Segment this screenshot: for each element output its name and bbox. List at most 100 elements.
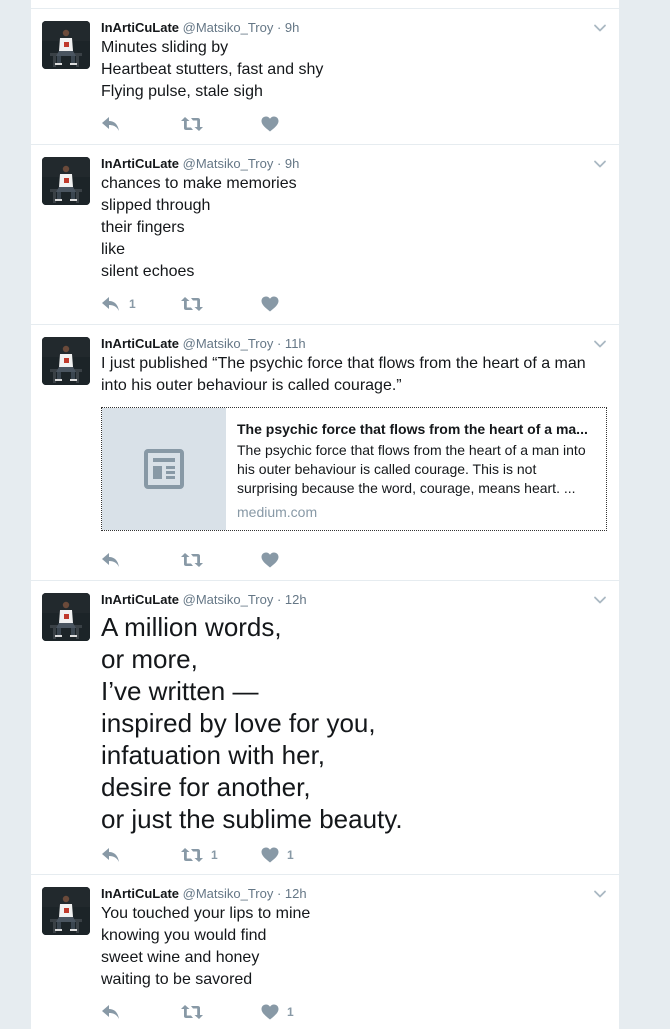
tweet-header: InArtiCuLate @Matsiko_Troy · 9h (101, 155, 607, 173)
tweet-text-line: Flying pulse, stale sigh (101, 83, 263, 100)
author-handle[interactable]: @Matsiko_Troy (183, 592, 274, 607)
tweet-text-line: A million words, (101, 612, 282, 642)
tweet-text-line: I just published “The psychic force that… (101, 355, 586, 372)
card-thumbnail (102, 408, 226, 530)
tweet-content: InArtiCuLate @Matsiko_Troy · 12h A milli… (101, 591, 607, 835)
reply-button[interactable] (101, 1004, 181, 1020)
tweet-timestamp[interactable]: · 12h (277, 886, 307, 901)
retweet-button[interactable] (181, 296, 261, 312)
like-count: 1 (287, 848, 294, 862)
tweet-content: InArtiCuLate @Matsiko_Troy · 9h chances … (101, 155, 607, 283)
tweet-actions (101, 114, 287, 134)
tweet-timestamp[interactable]: · 12h (277, 592, 307, 607)
reply-icon (101, 116, 121, 132)
reply-button[interactable] (101, 847, 181, 863)
retweet-button[interactable] (181, 552, 261, 568)
tweet-actions (101, 550, 287, 570)
tweet-timestamp[interactable]: · 9h (277, 156, 299, 171)
tweet-content: InArtiCuLate @Matsiko_Troy · 11h I just … (101, 335, 607, 531)
avatar[interactable] (42, 21, 90, 69)
avatar[interactable] (42, 157, 90, 205)
tweet-content: InArtiCuLate @Matsiko_Troy · 9h Minutes … (101, 19, 607, 103)
tweet-text-line: Minutes sliding by (101, 39, 229, 56)
like-button[interactable] (261, 552, 287, 568)
tweet-text-line: their fingers (101, 219, 185, 236)
tweet-text-line: Heartbeat stutters, fast and shy (101, 61, 324, 78)
author-handle[interactable]: @Matsiko_Troy (183, 886, 274, 901)
retweet-icon (181, 296, 203, 312)
timeline-top-border (31, 0, 619, 9)
tweet[interactable]: InArtiCuLate @Matsiko_Troy · 12h A milli… (31, 581, 619, 875)
tweet-text-line: or just the sublime beauty. (101, 804, 403, 834)
author-name[interactable]: InArtiCuLate (101, 156, 179, 171)
reply-button[interactable] (101, 552, 181, 568)
link-card[interactable]: The psychic force that flows from the he… (101, 407, 607, 531)
tweet-text-line: or more, (101, 644, 198, 674)
tweet-text-line: waiting to be savored (101, 971, 253, 988)
retweet-button[interactable] (181, 1004, 261, 1020)
reply-icon (101, 1004, 121, 1020)
avatar[interactable] (42, 887, 90, 935)
tweet-text-line: chances to make memories (101, 175, 297, 192)
tweet-text: You touched your lips to mine knowing yo… (101, 903, 607, 991)
tweet-content: InArtiCuLate @Matsiko_Troy · 12h You tou… (101, 885, 607, 991)
reply-icon (101, 552, 121, 568)
retweet-icon (181, 1004, 203, 1020)
retweet-count: 1 (211, 848, 218, 862)
card-title[interactable]: The psychic force that flows from the he… (237, 420, 596, 438)
tweet-header: InArtiCuLate @Matsiko_Troy · 12h (101, 591, 607, 609)
like-button[interactable] (261, 296, 287, 312)
reply-button[interactable]: 1 (101, 296, 181, 312)
timeline: InArtiCuLate @Matsiko_Troy · 9h Minutes … (30, 0, 620, 1029)
tweet-text-line: desire for another, (101, 772, 311, 802)
tweet-header: InArtiCuLate @Matsiko_Troy · 9h (101, 19, 607, 37)
author-name[interactable]: InArtiCuLate (101, 592, 179, 607)
tweet-text-line: into his outer behaviour is called coura… (101, 377, 402, 394)
tweet-actions: 1 (101, 294, 287, 314)
author-name[interactable]: InArtiCuLate (101, 20, 179, 35)
tweet-text: chances to make memories slipped through… (101, 173, 607, 283)
like-button[interactable]: 1 (261, 1004, 294, 1020)
retweet-icon (181, 116, 203, 132)
heart-icon (261, 116, 279, 132)
tweet-text-line: slipped through (101, 197, 211, 214)
reply-count: 1 (129, 297, 136, 311)
author-handle[interactable]: @Matsiko_Troy (183, 156, 274, 171)
tweet-text-line: You touched your lips to mine (101, 905, 311, 922)
like-button[interactable] (261, 116, 287, 132)
avatar[interactable] (42, 337, 90, 385)
card-domain: medium.com (237, 504, 318, 520)
tweet-text-line: like (101, 241, 126, 258)
tweet-timestamp[interactable]: · 11h (277, 336, 306, 351)
like-button[interactable]: 1 (261, 847, 294, 863)
tweet[interactable]: InArtiCuLate @Matsiko_Troy · 9h chances … (31, 145, 619, 325)
tweet-header: InArtiCuLate @Matsiko_Troy · 12h (101, 885, 607, 903)
tweet-actions: 1 1 (101, 845, 294, 865)
reply-icon (101, 847, 121, 863)
tweet-text-line: infatuation with her, (101, 740, 326, 770)
tweet[interactable]: InArtiCuLate @Matsiko_Troy · 9h Minutes … (31, 9, 619, 145)
retweet-button[interactable]: 1 (181, 847, 261, 863)
retweet-button[interactable] (181, 116, 261, 132)
tweet-text-line: I’ve written — (101, 676, 259, 706)
author-name[interactable]: InArtiCuLate (101, 336, 179, 351)
tweet[interactable]: InArtiCuLate @Matsiko_Troy · 12h You tou… (31, 875, 619, 1029)
card-description: The psychic force that flows from the he… (237, 442, 586, 496)
heart-icon (261, 296, 279, 312)
avatar[interactable] (42, 593, 90, 641)
retweet-icon (181, 847, 203, 863)
tweet-text: I just published “The psychic force that… (101, 353, 607, 397)
heart-icon (261, 552, 279, 568)
tweet-text-line: inspired by love for you, (101, 708, 376, 738)
tweet-text-line: sweet wine and honey (101, 949, 260, 966)
tweet[interactable]: InArtiCuLate @Matsiko_Troy · 11h I just … (31, 325, 619, 581)
author-handle[interactable]: @Matsiko_Troy (183, 336, 274, 351)
heart-icon (261, 847, 279, 863)
author-name[interactable]: InArtiCuLate (101, 886, 179, 901)
reply-icon (101, 296, 121, 312)
tweet-text: Minutes sliding by Heartbeat stutters, f… (101, 37, 607, 103)
tweet-text-line: knowing you would find (101, 927, 267, 944)
author-handle[interactable]: @Matsiko_Troy (183, 20, 274, 35)
reply-button[interactable] (101, 116, 181, 132)
tweet-timestamp[interactable]: · 9h (277, 20, 299, 35)
